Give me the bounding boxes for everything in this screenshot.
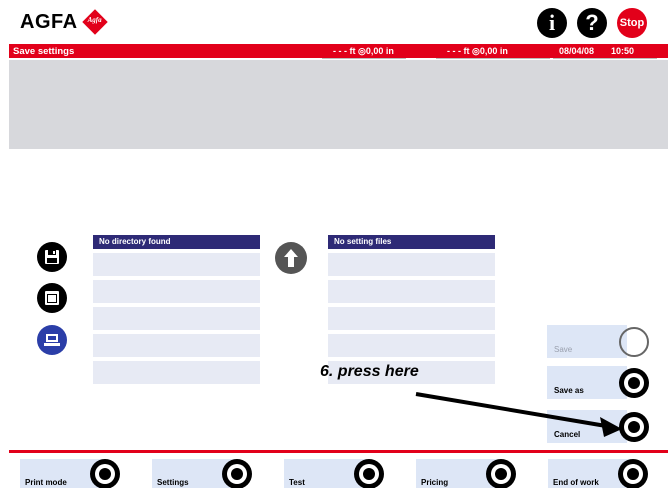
- end-of-work-ring-icon[interactable]: [618, 459, 648, 488]
- bottom-nav-label: Pricing: [421, 478, 449, 487]
- settings-ring-icon[interactable]: [222, 459, 252, 488]
- bottom-divider: [9, 450, 668, 453]
- pricing-button[interactable]: Pricing: [416, 459, 528, 488]
- bottom-nav-label: End of work: [553, 478, 599, 487]
- test-button[interactable]: Test: [284, 459, 396, 488]
- test-ring-icon[interactable]: [354, 459, 384, 488]
- print-mode-button[interactable]: Print mode: [20, 459, 132, 488]
- bottom-nav-label: Print mode: [25, 478, 67, 487]
- pricing-ring-icon[interactable]: [486, 459, 516, 488]
- annotation-arrow: [415, 392, 622, 437]
- settings-button[interactable]: Settings: [152, 459, 264, 488]
- bottom-nav-label: Test: [289, 478, 305, 487]
- end-of-work-button[interactable]: End of work: [548, 459, 660, 488]
- bottom-nav-label: Settings: [157, 478, 189, 487]
- print-mode-ring-icon[interactable]: [90, 459, 120, 488]
